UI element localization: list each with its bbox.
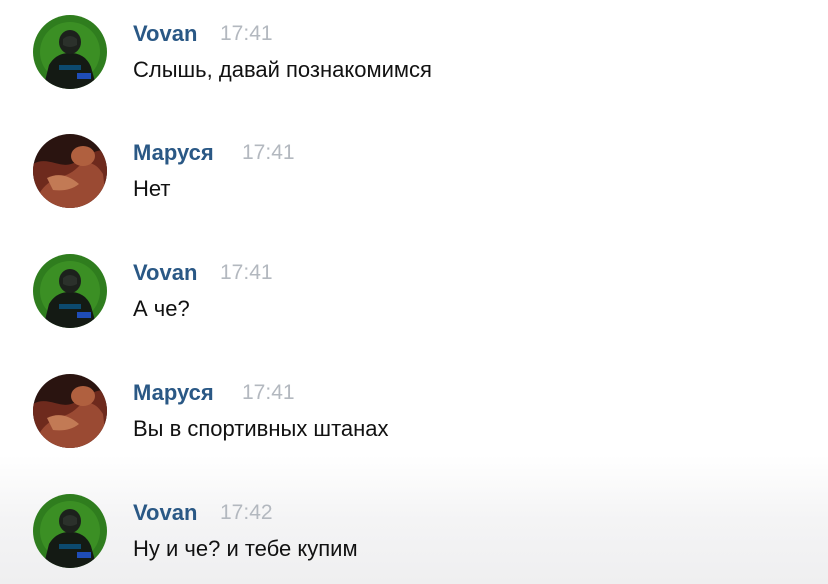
avatar[interactable] <box>33 494 107 568</box>
vovan-avatar-icon <box>33 15 107 89</box>
avatar[interactable] <box>33 254 107 328</box>
message-text: Слышь, давай познакомимся <box>133 57 432 82</box>
message-author[interactable]: Vovan <box>133 21 197 47</box>
message-item: Маруся 17:41 Нет <box>0 119 828 209</box>
message-text: Ну и че? и тебе купим <box>133 536 358 561</box>
message-author[interactable]: Маруся <box>133 380 214 406</box>
avatar[interactable] <box>33 15 107 89</box>
message-item: Маруся 17:41 Вы в спортивных штанах <box>0 359 828 449</box>
message-time: 17:41 <box>242 141 295 164</box>
message-text: Вы в спортивных штанах <box>133 416 389 441</box>
message-author[interactable]: Vovan <box>133 260 197 286</box>
message-time: 17:41 <box>242 381 295 404</box>
marusya-avatar-icon <box>33 134 107 208</box>
avatar[interactable] <box>33 134 107 208</box>
message-item: Vovan 17:42 Ну и че? и тебе купим <box>0 479 828 569</box>
message-time: 17:41 <box>220 22 273 45</box>
message-history: Vovan 17:41 Слышь, давай познакомимся Ма… <box>0 0 828 584</box>
message-text: Нет <box>133 176 171 201</box>
vovan-avatar-icon <box>33 494 107 568</box>
message-author[interactable]: Маруся <box>133 140 214 166</box>
message-author[interactable]: Vovan <box>133 500 197 526</box>
message-item: Vovan 17:41 Слышь, давай познакомимся <box>0 0 828 90</box>
message-time: 17:42 <box>220 501 273 524</box>
marusya-avatar-icon <box>33 374 107 448</box>
message-time: 17:41 <box>220 261 273 284</box>
vovan-avatar-icon <box>33 254 107 328</box>
message-item: Vovan 17:41 А че? <box>0 239 828 329</box>
message-text: А че? <box>133 296 190 321</box>
avatar[interactable] <box>33 374 107 448</box>
